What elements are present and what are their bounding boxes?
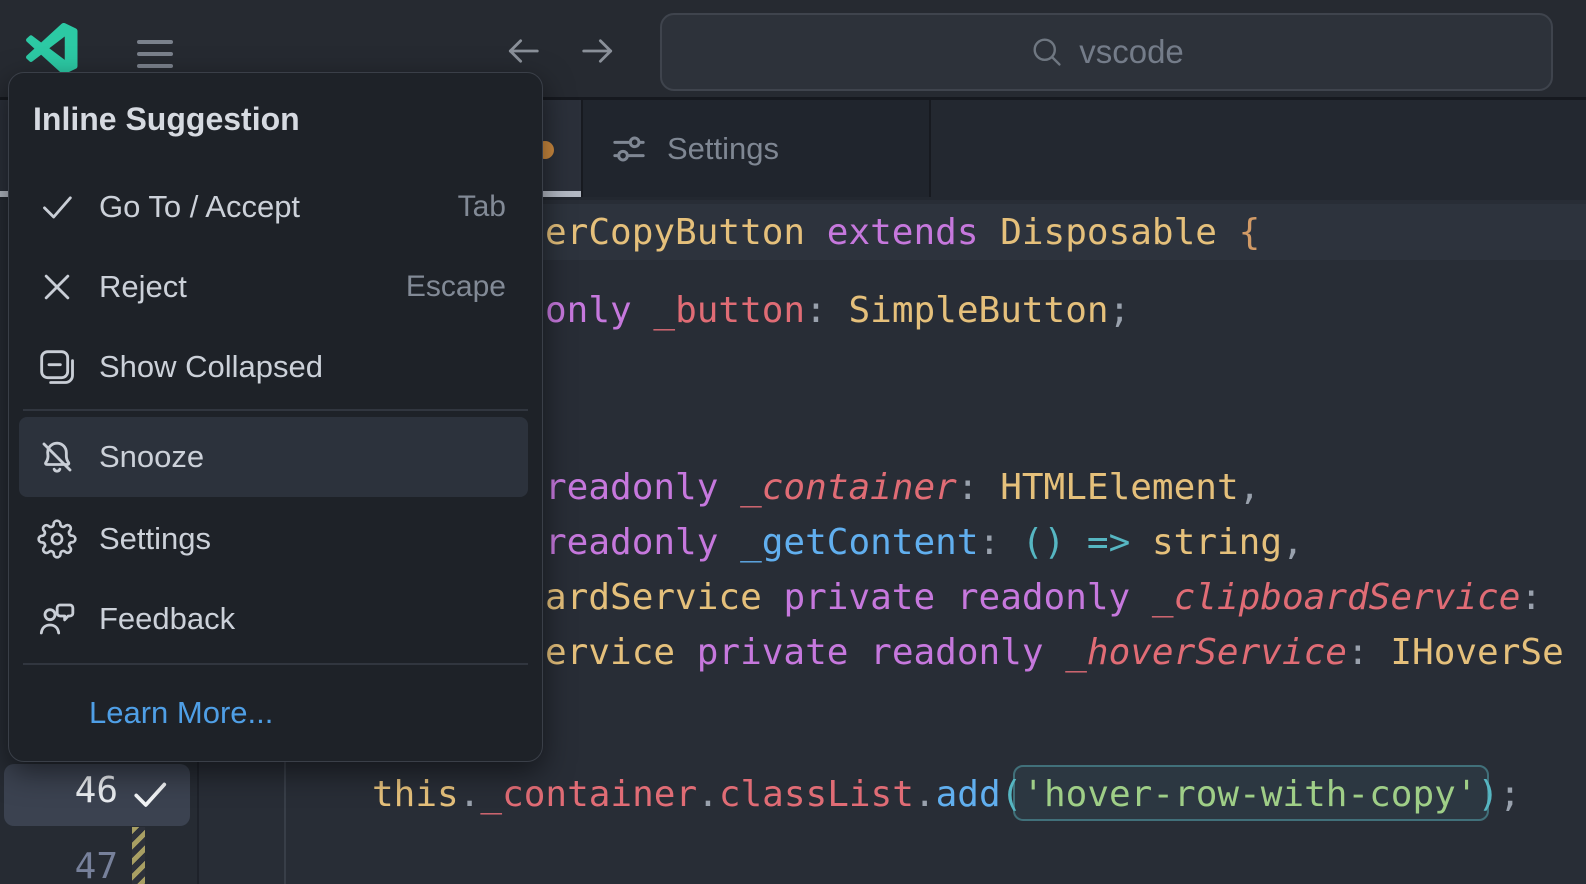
menu-separator (23, 663, 528, 665)
sliders-icon (609, 129, 649, 169)
check-icon (128, 772, 172, 816)
gear-icon (37, 519, 77, 559)
menu-item-go-to-accept[interactable]: Go To / Accept Tab (9, 167, 542, 247)
learn-more-link[interactable]: Learn More... (89, 695, 273, 731)
inline-suggestion-menu: Inline Suggestion Go To / Accept Tab Rej… (8, 72, 543, 762)
comment-person-icon (37, 599, 77, 639)
arrow-left-icon[interactable] (500, 32, 546, 70)
vscode-window: vscode Settings erCopyButton extends Dis… (0, 0, 1586, 884)
collapse-icon (37, 347, 77, 387)
code-line-hover-param: ervice private readonly _hoverService: I… (545, 632, 1564, 673)
bell-slash-icon (37, 437, 77, 477)
line-number-46: 46 (74, 770, 118, 811)
menu-item-reject[interactable]: Reject Escape (9, 247, 542, 327)
code-line-clipboard-param: ardService private readonly _clipboardSe… (545, 577, 1543, 618)
shortcut-escape: Escape (405, 270, 506, 303)
hamburger-icon[interactable] (137, 40, 173, 68)
code-line-add-class: this._container.classList.add('hover-row… (372, 774, 1521, 815)
indent-guide (284, 760, 286, 884)
search-input[interactable]: vscode (660, 13, 1553, 91)
line-number-47: 47 (74, 846, 118, 884)
arrow-right-icon[interactable] (575, 32, 621, 70)
menu-separator (23, 409, 528, 411)
x-icon (37, 267, 77, 307)
shortcut-tab: Tab (457, 190, 506, 223)
menu-item-settings[interactable]: Settings (9, 499, 542, 579)
code-line-button-field: only _button: SimpleButton; (545, 290, 1131, 331)
menu-header: Inline Suggestion (33, 101, 300, 137)
search-icon (1029, 34, 1065, 70)
menu-item-snooze[interactable]: Snooze (19, 417, 528, 497)
tab-settings-label: Settings (667, 130, 780, 166)
tab-settings[interactable]: Settings (583, 100, 929, 197)
code-line-class-decl: erCopyButton extends Disposable { (545, 212, 1261, 253)
code-line-getcontent-param: readonly _getContent: () => string, (545, 522, 1304, 563)
vscode-logo-icon (26, 23, 78, 74)
menu-item-feedback[interactable]: Feedback (9, 579, 542, 659)
check-icon (37, 187, 77, 227)
menu-item-show-collapsed[interactable]: Show Collapsed (9, 327, 542, 407)
search-value: vscode (1079, 33, 1184, 70)
code-line-container-param: readonly _container: HTMLElement, (545, 467, 1261, 508)
modified-lines-hatch-bar (132, 827, 145, 884)
